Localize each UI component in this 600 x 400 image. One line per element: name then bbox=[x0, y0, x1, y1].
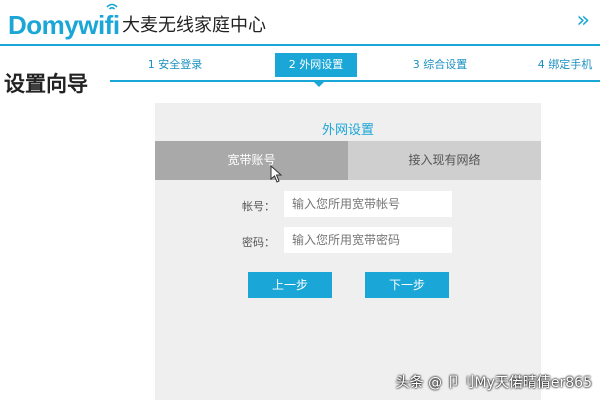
prev-button[interactable]: 上一步 bbox=[248, 272, 332, 298]
brand-logo: Domywifi bbox=[8, 3, 120, 41]
step-security-login[interactable]: 1 安全登录 bbox=[130, 53, 220, 77]
logo-text: Domywifi bbox=[8, 10, 120, 40]
step-pointer-icon bbox=[312, 80, 326, 87]
chevron-right-icon[interactable]: » bbox=[577, 8, 590, 33]
step-general-settings[interactable]: 3 综合设置 bbox=[395, 53, 485, 77]
password-label: 密码： bbox=[242, 236, 275, 249]
tab-existing-network[interactable]: 接入现有网络 bbox=[348, 141, 541, 180]
page-title: 设置向导 bbox=[4, 72, 88, 96]
app-title: 大麦无线家庭中心 bbox=[122, 15, 266, 36]
header-divider bbox=[0, 44, 600, 46]
wizard-steps: 1 安全登录 2 外网设置 3 综合设置 4 绑定手机 bbox=[110, 50, 600, 80]
account-input[interactable] bbox=[284, 191, 452, 217]
step-wan-settings[interactable]: 2 外网设置 bbox=[275, 53, 357, 77]
panel-title: 外网设置 bbox=[321, 123, 374, 138]
steps-divider bbox=[110, 80, 600, 82]
wifi-icon bbox=[106, 3, 118, 10]
account-label: 帐号： bbox=[242, 200, 275, 213]
next-button[interactable]: 下一步 bbox=[365, 272, 449, 298]
watermark: 头条 @ 卩刂My天偌晴倩er865 bbox=[395, 375, 592, 391]
password-input[interactable] bbox=[284, 227, 452, 253]
mouse-cursor-icon bbox=[270, 165, 283, 183]
step-bind-phone[interactable]: 4 绑定手机 bbox=[520, 53, 600, 77]
tab-broadband-account[interactable]: 宽带账号 bbox=[155, 141, 348, 180]
wan-settings-panel: 外网设置 宽带账号 接入现有网络 帐号： 密码： 上一步 下一步 bbox=[155, 103, 541, 400]
